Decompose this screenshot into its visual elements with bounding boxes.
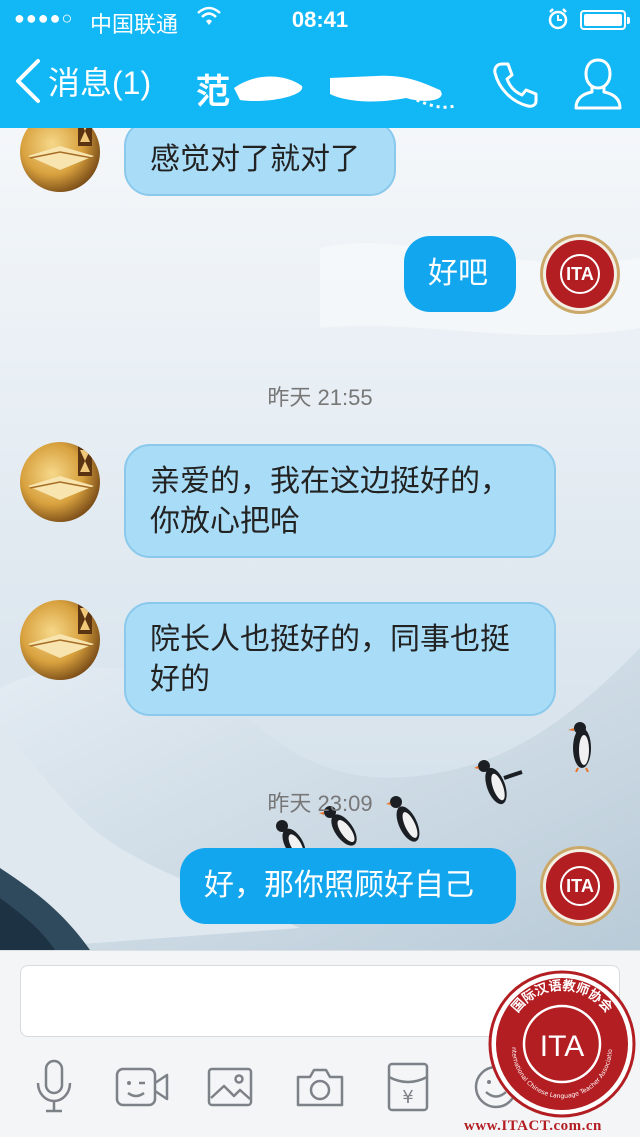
- back-label: 消息(1): [48, 65, 152, 101]
- book-hourglass-image: [28, 446, 94, 500]
- phone-call-button[interactable]: [490, 60, 540, 114]
- message-text-line: 院长人也挺好的，同事也挺: [150, 622, 510, 657]
- message-text: 感觉对了就对了: [150, 142, 360, 177]
- video-call-button[interactable]: [112, 1057, 172, 1117]
- book-hourglass-image: [28, 604, 94, 658]
- message-text-line: 亲爱的，我在这边挺好的，: [150, 464, 510, 499]
- voice-button[interactable]: [24, 1057, 84, 1117]
- message-bubble-outgoing[interactable]: 好，那你照顾好自己: [180, 848, 516, 924]
- contact-profile-button[interactable]: [572, 56, 624, 116]
- redacted-name-mark: [234, 75, 455, 109]
- image-button[interactable]: [200, 1057, 260, 1117]
- ita-watermark-logo: 国际汉语教师协会 International Chinese Language …: [486, 968, 636, 1118]
- red-packet-button[interactable]: ¥: [378, 1057, 438, 1117]
- red-packet-icon: ¥: [387, 1062, 429, 1112]
- message-text-line: 好的: [150, 662, 210, 697]
- message-text: 好吧: [428, 256, 488, 291]
- message-text: 好，那你照顾好自己: [204, 868, 474, 903]
- my-avatar[interactable]: ITA: [540, 234, 620, 314]
- contact-avatar[interactable]: [20, 600, 100, 680]
- message-text-line: 你放心把哈: [150, 504, 300, 539]
- ita-logo-icon: ITA: [546, 852, 614, 920]
- message-timestamp: 昨天 21:55: [267, 385, 373, 410]
- image-icon: [207, 1067, 253, 1107]
- chevron-left-icon: [16, 59, 40, 103]
- watermark-url: www.ITACT.com.cn: [464, 1118, 602, 1134]
- profile-icon: [574, 58, 622, 110]
- camera-button[interactable]: [290, 1057, 350, 1117]
- microphone-icon: [36, 1059, 72, 1113]
- ita-logo-icon: ITA: [546, 240, 614, 308]
- alarm-icon: [546, 7, 570, 37]
- my-avatar[interactable]: ITA: [540, 846, 620, 926]
- phone-icon: [493, 62, 538, 108]
- message-timestamp: 昨天 23:09: [267, 791, 373, 816]
- chat-header: 消息(1) 范: [0, 40, 640, 128]
- message-bubble-incoming[interactable]: 感觉对了就对了: [124, 128, 396, 196]
- yuan-glyph: ¥: [402, 1087, 413, 1108]
- back-button[interactable]: 消息(1): [14, 58, 151, 104]
- penguin-image: [568, 722, 591, 772]
- battery-icon: [580, 10, 630, 30]
- status-bar: ●●●●○ 中国联通 08:41: [0, 0, 640, 40]
- message-list[interactable]: 感觉对了就对了 ITA 好吧 昨天 21:55 亲爱的，我在这边挺好的， 你放心…: [0, 128, 640, 950]
- message-bubble-incoming[interactable]: 亲爱的，我在这边挺好的， 你放心把哈: [124, 444, 556, 558]
- message-bubble-outgoing[interactable]: 好吧: [404, 236, 516, 312]
- video-call-icon: [115, 1067, 169, 1107]
- contact-avatar[interactable]: [20, 442, 100, 522]
- camera-icon: [296, 1068, 344, 1107]
- message-bubble-incoming[interactable]: 院长人也挺好的，同事也挺 好的: [124, 602, 556, 716]
- contact-name: 范: [196, 73, 230, 111]
- clock: 08:41: [291, 7, 349, 32]
- watermark-logo-text: ITA: [540, 1030, 584, 1063]
